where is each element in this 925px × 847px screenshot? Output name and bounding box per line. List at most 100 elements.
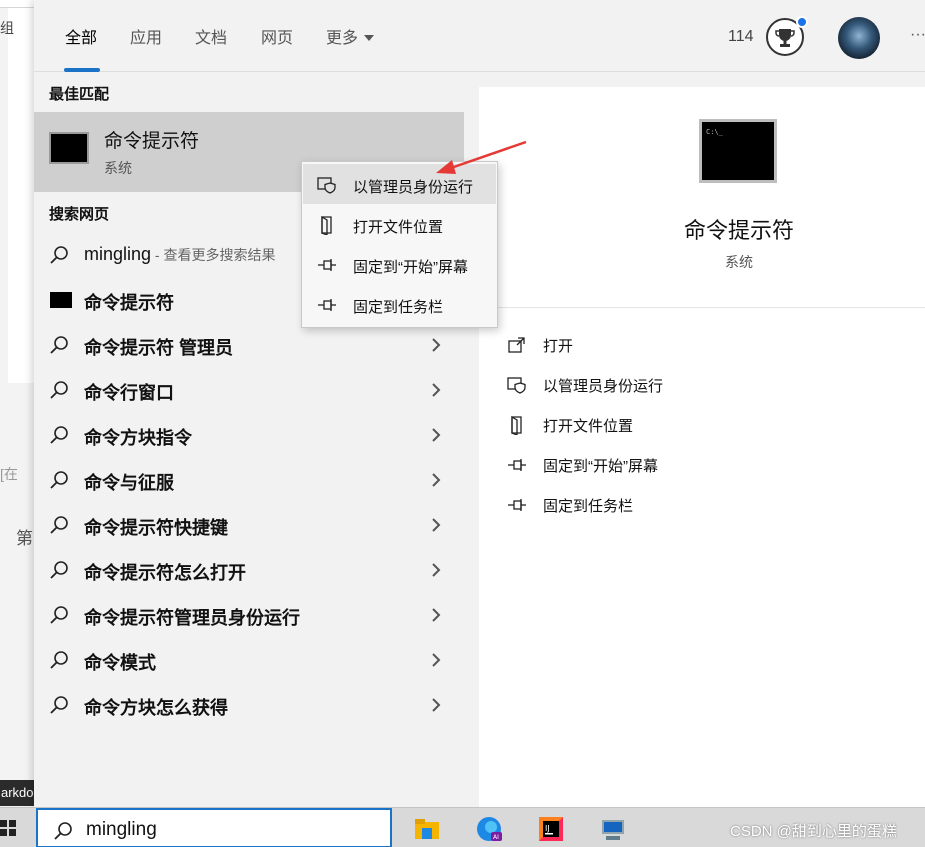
list-item-label: 命令提示符怎么打开 [84, 563, 246, 583]
search-icon [50, 246, 68, 264]
list-item[interactable]: 命令提示符怎么打开 [34, 548, 464, 593]
action-label: 打开 [543, 338, 574, 355]
rewards-points: 114 [728, 28, 754, 45]
command-prompt-icon: C:\_ [699, 119, 777, 183]
pin-icon [318, 299, 336, 311]
list-item[interactable]: 命令与征服 [34, 458, 464, 503]
list-item[interactable]: 命令提示符快捷键 [34, 503, 464, 548]
svg-text:AI: AI [493, 834, 499, 841]
list-item-label: 命令与征服 [84, 473, 174, 493]
chevron-right-icon [432, 563, 441, 577]
active-tab-indicator [64, 68, 100, 72]
annotation-arrow-icon [436, 140, 527, 174]
list-item-label: 命令方块指令 [84, 428, 192, 448]
tab-apps[interactable]: 应用 [130, 28, 162, 50]
action-label: 打开文件位置 [543, 418, 634, 435]
pin-icon [508, 499, 526, 511]
chevron-right-icon [432, 428, 441, 442]
search-icon [50, 336, 68, 354]
edge-browser-icon[interactable]: AI [474, 814, 504, 844]
list-item-label: 命令提示符管理员身份运行 [84, 608, 300, 628]
action-label: 固定到任务栏 [543, 498, 634, 515]
open-icon [508, 337, 525, 353]
notification-dot [796, 16, 808, 28]
start-search-panel: 全部 应用 文档 网页 更多 114 ··· 最佳匹配 命令提示符 系统 搜索网… [34, 0, 925, 807]
shield-window-icon [507, 377, 526, 394]
search-icon [50, 561, 68, 579]
network-app-icon[interactable] [598, 814, 628, 844]
tab-more[interactable]: 更多 [326, 28, 375, 50]
tab-documents[interactable]: 文档 [195, 28, 227, 50]
context-item-label: 打开文件位置 [353, 219, 444, 236]
file-location-icon [321, 215, 332, 235]
taskbar-search-input[interactable]: mingling [36, 808, 392, 847]
context-item-label: 固定到任务栏 [353, 299, 444, 316]
best-match-subtitle: 系统 [104, 160, 132, 176]
command-prompt-icon [49, 132, 89, 164]
search-hint: - 查看更多搜索结果 [151, 247, 276, 263]
windows-start-icon[interactable] [0, 820, 16, 836]
file-location-icon [511, 415, 522, 435]
chevron-right-icon [432, 653, 441, 667]
terminal-glyph: C:\_ [706, 128, 724, 136]
search-query: mingling [84, 244, 152, 264]
list-item[interactable]: 命令提示符 管理员 [34, 323, 464, 368]
preview-subtitle: 系统 [725, 254, 753, 270]
chevron-right-icon [432, 518, 441, 532]
filter-bar: 全部 应用 文档 网页 更多 114 ··· [34, 0, 925, 72]
action-label: 以管理员身份运行 [543, 378, 664, 395]
list-item-label: 命令行窗口 [84, 383, 174, 403]
command-prompt-icon [50, 292, 72, 308]
search-icon [50, 381, 68, 399]
best-match-title: 命令提示符 [104, 131, 200, 152]
list-item-label: 命令提示符 [84, 293, 174, 313]
search-input-value: mingling [86, 819, 157, 840]
list-item[interactable]: 命令方块指令 [34, 413, 464, 458]
shield-window-icon [317, 177, 336, 194]
context-item-label: 固定到“开始”屏幕 [353, 259, 468, 276]
avatar[interactable] [838, 17, 880, 59]
chevron-right-icon [432, 338, 441, 352]
list-item[interactable]: 命令提示符管理员身份运行 [34, 593, 464, 638]
file-explorer-icon[interactable] [412, 814, 442, 844]
divider [479, 307, 925, 308]
context-open-file-location[interactable]: 打开文件位置 [303, 204, 496, 244]
pin-icon [318, 259, 336, 271]
list-item-label: mingling - 查看更多搜索结果 [84, 244, 276, 265]
svg-text:C:\_: C:\_ [706, 128, 724, 136]
list-item[interactable]: 命令方块怎么获得 [34, 683, 464, 728]
chevron-right-icon [432, 698, 441, 712]
tab-more-label: 更多 [326, 30, 359, 47]
watermark: CSDN @甜到心里的蛋糕 [730, 823, 897, 840]
context-pin-to-start[interactable]: 固定到“开始”屏幕 [303, 244, 496, 284]
list-item[interactable]: 命令行窗口 [34, 368, 464, 413]
tab-web[interactable]: 网页 [261, 28, 293, 50]
best-match-heading: 最佳匹配 [49, 86, 110, 103]
search-icon [50, 471, 68, 489]
preview-pane: C:\_ 命令提示符 系统 打开 以管理员身份运行 打开文件位置 固定到“开始”… [479, 87, 925, 807]
search-icon [50, 516, 68, 534]
list-item-label: 命令方块怎么获得 [84, 698, 228, 718]
background-text: [在 [0, 466, 18, 482]
search-icon [50, 696, 68, 714]
chevron-right-icon [432, 383, 441, 397]
context-pin-to-taskbar[interactable]: 固定到任务栏 [303, 284, 496, 324]
action-label: 固定到“开始”屏幕 [543, 458, 658, 475]
search-icon [50, 606, 68, 624]
more-options-icon[interactable]: ··· [910, 26, 925, 44]
intellij-idea-icon[interactable]: IJ [536, 814, 566, 844]
search-icon [54, 822, 72, 840]
list-item-label: 命令提示符快捷键 [84, 518, 228, 538]
background-text: 组 [0, 20, 14, 36]
svg-text:IJ: IJ [545, 824, 550, 833]
pin-icon [508, 459, 526, 471]
search-icon [50, 651, 68, 669]
tab-all[interactable]: 全部 [65, 28, 97, 50]
list-item-label: 命令模式 [84, 653, 156, 673]
list-item[interactable]: 命令模式 [34, 638, 464, 683]
chevron-right-icon [432, 608, 441, 622]
taskbar: mingling AI IJ CSDN @甜到心里的蛋糕 [0, 807, 925, 847]
chevron-right-icon [432, 473, 441, 487]
search-icon [50, 426, 68, 444]
preview-title: 命令提示符 [683, 218, 794, 243]
